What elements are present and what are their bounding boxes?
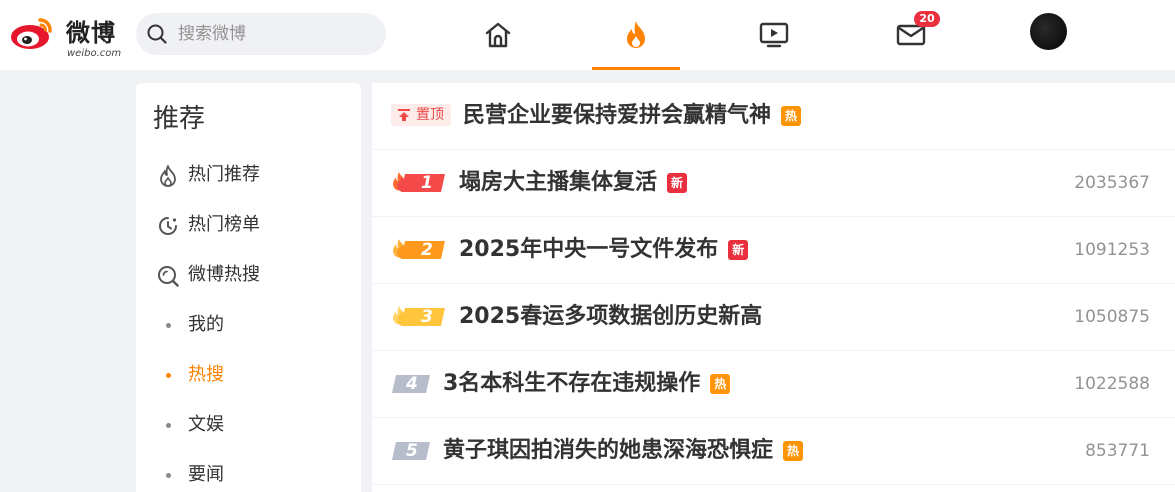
sidebar-title: 推荐 [153, 104, 206, 134]
new-tag: 新 [667, 173, 688, 193]
search-box[interactable] [136, 13, 386, 55]
topic-title[interactable]: 2025年中央一号文件发布新 [459, 235, 749, 265]
table-row[interactable]: 2 2025年中央一号文件发布新 1091253 [372, 217, 1175, 284]
message-count-badge: 20 [914, 11, 940, 27]
pin-top-icon [398, 109, 410, 121]
rank-number: 3 [421, 307, 433, 327]
sidebar-item-mine[interactable]: 我的 [136, 305, 361, 345]
rank-badge: 4 [391, 372, 447, 396]
search-input[interactable] [178, 13, 378, 55]
left-sidebar: 推荐 热门推荐 热门榜单 微博热搜 我的 热搜 文娱 要闻 [136, 83, 361, 492]
logo-wordmark: 微博 [66, 19, 116, 47]
sidebar-item-hot-search[interactable]: 热搜 [136, 355, 361, 395]
rank-badge: 5 [391, 439, 447, 463]
user-avatar[interactable] [1030, 13, 1067, 50]
topic-text: 2025年中央一号文件发布 [459, 237, 719, 262]
home-icon [485, 22, 511, 48]
flame-outline-icon [160, 165, 176, 187]
rank-number: 2 [421, 240, 433, 260]
hot-search-list: 置顶 民营企业要保持爱拼会赢精气神热 1 塌房大主播集体复活新 2035367 … [372, 83, 1175, 492]
bullet-dot-icon [166, 473, 171, 478]
topic-text: 塌房大主播集体复活 [459, 170, 658, 195]
clock-ranking-icon [159, 217, 177, 235]
hot-tag: 热 [783, 441, 804, 461]
rank-number: 5 [406, 441, 418, 461]
heat-count: 1050875 [1074, 307, 1150, 327]
sidebar-item-weibo-hot-search[interactable]: 微博热搜 [136, 255, 361, 295]
nav-video-button[interactable] [730, 0, 818, 70]
topic-title[interactable]: 黄子琪因拍消失的她患深海恐惧症热 [443, 436, 804, 466]
heat-count: 2035367 [1074, 173, 1150, 193]
sidebar-item-label: 微博热搜 [188, 264, 260, 285]
rank-number: 1 [421, 173, 433, 193]
rank-badge: 1 [391, 171, 447, 195]
sidebar-item-label: 热搜 [188, 364, 224, 385]
topic-title[interactable]: 2025春运多项数据创历史新高 [459, 302, 762, 332]
table-row[interactable]: 1 塌房大主播集体复活新 2035367 [372, 150, 1175, 217]
flame-icon [627, 21, 645, 48]
heat-count: 1091253 [1074, 240, 1150, 260]
new-tag: 新 [728, 240, 749, 260]
top-navigation-bar: 微博 weibo.com 搜索微博 20 [0, 0, 1175, 70]
topic-title[interactable]: 民营企业要保持爱拼会赢精气神热 [463, 101, 802, 131]
search-icon [147, 24, 167, 44]
nav-home-button[interactable] [454, 0, 542, 70]
topic-text: 2025春运多项数据创历史新高 [459, 304, 763, 329]
weibo-eye-icon [11, 18, 52, 49]
hot-tag: 热 [710, 374, 731, 394]
sidebar-item-entertainment[interactable]: 文娱 [136, 405, 361, 445]
weibo-logo[interactable]: 微博 weibo.com [10, 10, 122, 59]
heat-count: 853771 [1085, 441, 1150, 461]
rank-flame-icon [393, 306, 445, 326]
table-row[interactable]: 5 黄子琪因拍消失的她患深海恐惧症热 853771 [372, 418, 1175, 485]
sidebar-item-label: 热门榜单 [188, 214, 260, 235]
sidebar-item-label: 要闻 [188, 464, 224, 485]
sidebar-item-news[interactable]: 要闻 [136, 455, 361, 492]
nav-hot-button[interactable] [592, 0, 680, 70]
topic-title[interactable]: 塌房大主播集体复活新 [459, 168, 688, 198]
heat-count: 1022588 [1074, 374, 1150, 394]
sidebar-item-hot-ranking[interactable]: 热门榜单 [136, 205, 361, 245]
rank-number: 4 [406, 374, 418, 394]
topic-text: 民营企业要保持爱拼会赢精气神 [463, 103, 772, 128]
rank-flame-icon [393, 239, 445, 259]
rank-badge: 2 [391, 238, 447, 262]
topic-text: 3名本科生不存在违规操作 [443, 371, 701, 396]
nav-messages-button[interactable]: 20 [867, 0, 955, 70]
logo-domain: weibo.com [67, 48, 122, 59]
sidebar-item-label: 热门推荐 [188, 164, 260, 185]
topic-text: 黄子琪因拍消失的她患深海恐惧症 [443, 438, 774, 463]
pinned-label: 置顶 [416, 107, 444, 123]
bullet-dot-icon [166, 423, 171, 428]
topic-title[interactable]: 3名本科生不存在违规操作热 [443, 369, 731, 399]
video-icon [759, 22, 789, 48]
sidebar-item-label: 文娱 [188, 414, 224, 435]
sidebar-item-hot-recommend[interactable]: 热门推荐 [136, 155, 361, 195]
bullet-dot-icon [166, 323, 171, 328]
pinned-row[interactable]: 置顶 民营企业要保持爱拼会赢精气神热 [372, 83, 1175, 150]
nav-active-indicator [592, 67, 680, 70]
rank-flame-icon [393, 172, 445, 192]
sidebar-item-label: 我的 [188, 314, 224, 335]
search-hot-icon [158, 266, 179, 287]
table-row[interactable]: 4 3名本科生不存在违规操作热 1022588 [372, 351, 1175, 418]
hot-tag: 热 [781, 106, 802, 126]
table-row[interactable]: 3 2025春运多项数据创历史新高 1050875 [372, 284, 1175, 351]
pinned-badge: 置顶 [391, 104, 451, 126]
bullet-dot-icon [166, 373, 171, 378]
rank-badge: 3 [391, 305, 447, 329]
